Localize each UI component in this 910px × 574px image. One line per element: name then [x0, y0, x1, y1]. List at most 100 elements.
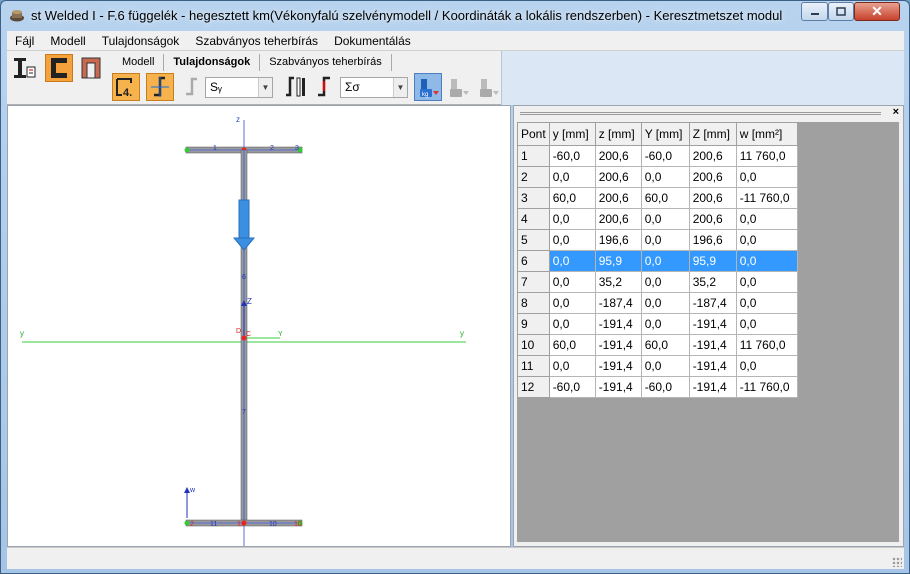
table-cell[interactable]: 0,0	[640, 229, 690, 251]
row-header-cell[interactable]: 8	[517, 292, 550, 314]
table-cell[interactable]: 0,0	[640, 166, 690, 188]
table-cell[interactable]: -191,4	[594, 355, 642, 377]
table-cell[interactable]: 200,6	[688, 187, 737, 209]
table-cell[interactable]: -191,4	[594, 376, 642, 398]
table-cell[interactable]: 0,0	[735, 271, 798, 293]
table-row[interactable]: 1 -60,0 200,6 -60,0 200,6 11 760,0	[517, 145, 798, 167]
table-row[interactable]: 8 0,0 -187,4 0,0 -187,4 0,0	[517, 292, 798, 314]
i-section-tool-button[interactable]	[11, 54, 39, 82]
table-cell[interactable]: -60,0	[548, 145, 596, 167]
table-cell[interactable]: 0,0	[548, 250, 596, 272]
table-cell[interactable]: 60,0	[548, 187, 596, 209]
table-cell[interactable]: 0,0	[735, 208, 798, 230]
table-cell[interactable]: 0,0	[640, 208, 690, 230]
table-cell[interactable]: 0,0	[548, 208, 596, 230]
minimize-button[interactable]	[801, 2, 828, 21]
menu-properties[interactable]: Tulajdonságok	[94, 34, 188, 48]
row-header-cell[interactable]: 4	[517, 208, 550, 230]
panel-close-icon[interactable]: ×	[893, 106, 899, 118]
c-section-tool-button[interactable]	[45, 54, 73, 82]
section-red-button[interactable]	[310, 73, 338, 101]
menu-documentation[interactable]: Dokumentálás	[326, 34, 419, 48]
table-cell[interactable]: 0,0	[640, 292, 690, 314]
table-cell[interactable]: 0,0	[735, 250, 798, 272]
table-cell[interactable]: 0,0	[735, 166, 798, 188]
table-cell[interactable]: 0,0	[640, 271, 690, 293]
table-cell[interactable]: 0,0	[548, 166, 596, 188]
weight-disabled-button-2[interactable]	[474, 73, 502, 101]
table-cell[interactable]: 200,6	[688, 208, 737, 230]
menu-file[interactable]: Fájl	[7, 34, 42, 48]
table-row[interactable]: 9 0,0 -191,4 0,0 -191,4 0,0	[517, 313, 798, 335]
maximize-button[interactable]	[828, 2, 854, 21]
table-cell[interactable]: 200,6	[688, 166, 737, 188]
table-cell[interactable]: -187,4	[594, 292, 642, 314]
table-cell[interactable]: 0,0	[548, 355, 596, 377]
table-cell[interactable]: -187,4	[688, 292, 737, 314]
stress-sum-select[interactable]: Σσ ▼	[340, 77, 408, 98]
menu-standard-resistance[interactable]: Szabványos teherbírás	[187, 34, 326, 48]
coordinate-system-button[interactable]	[146, 73, 174, 101]
u-section-tool-button[interactable]	[77, 54, 105, 82]
table-cell[interactable]: -191,4	[594, 313, 642, 335]
table-cell[interactable]: 0,0	[735, 355, 798, 377]
table-row[interactable]: 3 60,0 200,6 60,0 200,6 -11 760,0	[517, 187, 798, 209]
resize-grip-icon[interactable]	[892, 557, 902, 567]
point-numbering-button[interactable]: 4.	[112, 73, 140, 101]
menu-model[interactable]: Modell	[42, 34, 93, 48]
table-cell[interactable]: -60,0	[640, 376, 690, 398]
table-cell[interactable]: 0,0	[548, 271, 596, 293]
weight-disabled-button-1[interactable]	[444, 73, 472, 101]
row-header-cell[interactable]: 1	[517, 145, 550, 167]
table-cell[interactable]: -191,4	[594, 334, 642, 356]
column-header[interactable]: Z [mm]	[688, 122, 737, 146]
table-cell[interactable]: -11 760,0	[735, 376, 798, 398]
table-cell[interactable]: -191,4	[688, 313, 737, 335]
table-cell[interactable]: 95,9	[594, 250, 642, 272]
column-header[interactable]: w [mm²]	[735, 122, 798, 146]
table-cell[interactable]: 200,6	[688, 145, 737, 167]
table-cell[interactable]: 0,0	[548, 292, 596, 314]
table-cell[interactable]: -60,0	[640, 145, 690, 167]
row-header-cell[interactable]: 2	[517, 166, 550, 188]
column-header[interactable]: z [mm]	[594, 122, 642, 146]
disabled-section-button[interactable]	[178, 73, 206, 101]
table-cell[interactable]: 0,0	[735, 313, 798, 335]
coordinates-grid[interactable]: Pont y [mm] z [mm] Y [mm] Z [mm] w [mm²]…	[517, 122, 899, 542]
row-header-cell[interactable]: 6	[517, 250, 550, 272]
table-row[interactable]: 4 0,0 200,6 0,0 200,6 0,0	[517, 208, 798, 230]
weight-active-button[interactable]: kg	[414, 73, 442, 101]
table-cell[interactable]: 11 760,0	[735, 334, 798, 356]
table-cell[interactable]: -191,4	[688, 376, 737, 398]
table-cell[interactable]: 0,0	[548, 229, 596, 251]
row-header-cell[interactable]: 9	[517, 313, 550, 335]
stress-component-select[interactable]: Sᵧ ▼	[205, 77, 273, 98]
table-cell[interactable]: -191,4	[688, 355, 737, 377]
table-cell[interactable]: 0,0	[640, 313, 690, 335]
row-header-cell[interactable]: 11	[517, 355, 550, 377]
table-cell[interactable]: 200,6	[594, 187, 642, 209]
column-header[interactable]: Y [mm]	[640, 122, 690, 146]
row-header-cell[interactable]: 12	[517, 376, 550, 398]
table-cell[interactable]: 60,0	[640, 187, 690, 209]
tab-standard-resistance[interactable]: Szabványos teherbírás	[260, 54, 392, 71]
table-row[interactable]: 7 0,0 35,2 0,0 35,2 0,0	[517, 271, 798, 293]
table-cell[interactable]: 200,6	[594, 145, 642, 167]
table-cell[interactable]: 196,6	[594, 229, 642, 251]
table-row[interactable]: 10 60,0 -191,4 60,0 -191,4 11 760,0	[517, 334, 798, 356]
table-cell[interactable]: 95,9	[688, 250, 737, 272]
row-header-cell[interactable]: 5	[517, 229, 550, 251]
table-cell[interactable]: -11 760,0	[735, 187, 798, 209]
column-header[interactable]: y [mm]	[548, 122, 596, 146]
cross-section-canvas[interactable]: z y y 1 2 3 6 Z Y D C 7 w 2 11 1x 10 10	[8, 106, 510, 546]
table-cell[interactable]: -60,0	[548, 376, 596, 398]
row-header-cell[interactable]: 7	[517, 271, 550, 293]
table-cell[interactable]: 0,0	[548, 313, 596, 335]
table-row[interactable]: 5 0,0 196,6 0,0 196,6 0,0	[517, 229, 798, 251]
row-header-cell[interactable]: 3	[517, 187, 550, 209]
table-cell[interactable]: 0,0	[735, 292, 798, 314]
row-header-cell[interactable]: 10	[517, 334, 550, 356]
table-row[interactable]: 6 0,0 95,9 0,0 95,9 0,0	[517, 250, 798, 272]
column-header[interactable]: Pont	[517, 122, 550, 146]
table-row[interactable]: 2 0,0 200,6 0,0 200,6 0,0	[517, 166, 798, 188]
